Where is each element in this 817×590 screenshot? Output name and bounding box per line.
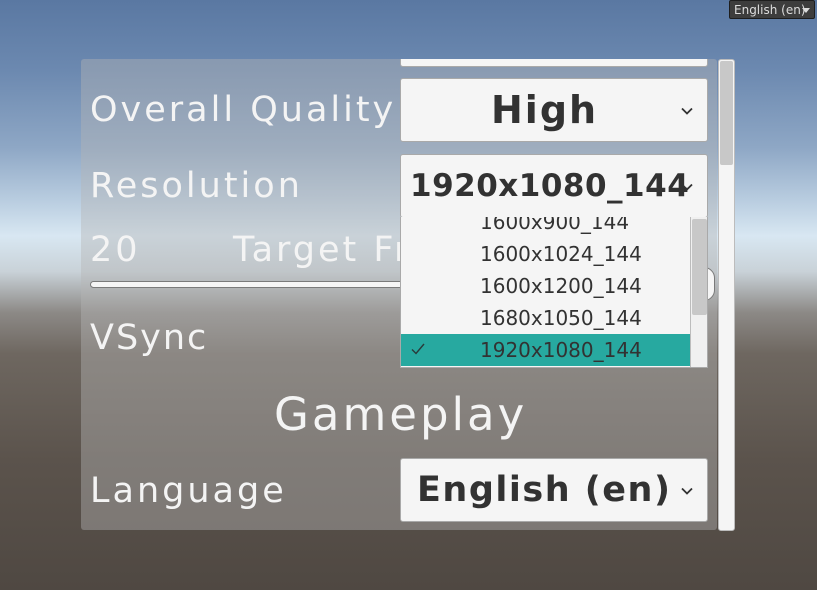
settings-scrollbar[interactable] xyxy=(718,59,735,531)
resolution-dropdown[interactable]: 1920x1080_144 xyxy=(400,154,708,218)
resolution-label: Resolution xyxy=(90,166,303,206)
resolution-options-list[interactable]: 1600x900_144 1600x1024_144 1600x1200_144… xyxy=(400,217,708,368)
checkmark-icon xyxy=(411,343,425,355)
overall-quality-label: Overall Quality xyxy=(90,90,397,130)
target-frame-rate-value: 20 xyxy=(90,230,141,270)
scrollbar-thumb[interactable] xyxy=(720,61,733,165)
language-value: English (en) xyxy=(417,470,672,510)
language-label: Language xyxy=(90,471,287,511)
resolution-option[interactable]: 1680x1050_144 xyxy=(401,302,690,334)
resolution-value: 1920x1080_144 xyxy=(410,168,690,204)
chevron-down-icon xyxy=(681,107,693,115)
resolution-list-scrollbar[interactable] xyxy=(690,217,707,367)
top-language-dropdown[interactable]: English (en) xyxy=(729,0,815,19)
caret-down-icon xyxy=(802,8,810,13)
chevron-down-icon xyxy=(681,487,693,495)
resolution-option[interactable]: 1600x900_144 xyxy=(401,217,690,238)
resolution-option-selected[interactable]: 1920x1080_144 xyxy=(401,334,690,366)
clipped-dropdown[interactable] xyxy=(400,59,708,67)
target-frame-rate-label: Target Fr xyxy=(233,230,412,270)
vsync-label: VSync xyxy=(90,318,209,358)
overall-quality-dropdown[interactable]: High xyxy=(400,78,708,142)
scrollbar-thumb[interactable] xyxy=(692,219,707,315)
resolution-option[interactable]: 1600x1200_144 xyxy=(401,270,690,302)
target-frame-rate-slider[interactable] xyxy=(90,281,410,288)
language-dropdown[interactable]: English (en) xyxy=(400,458,708,522)
gameplay-heading: Gameplay xyxy=(274,388,528,441)
top-language-value: English (en) xyxy=(734,2,806,17)
chevron-down-icon xyxy=(681,183,693,191)
resolution-option[interactable]: 1600x1024_144 xyxy=(401,238,690,270)
overall-quality-value: High xyxy=(491,88,599,132)
